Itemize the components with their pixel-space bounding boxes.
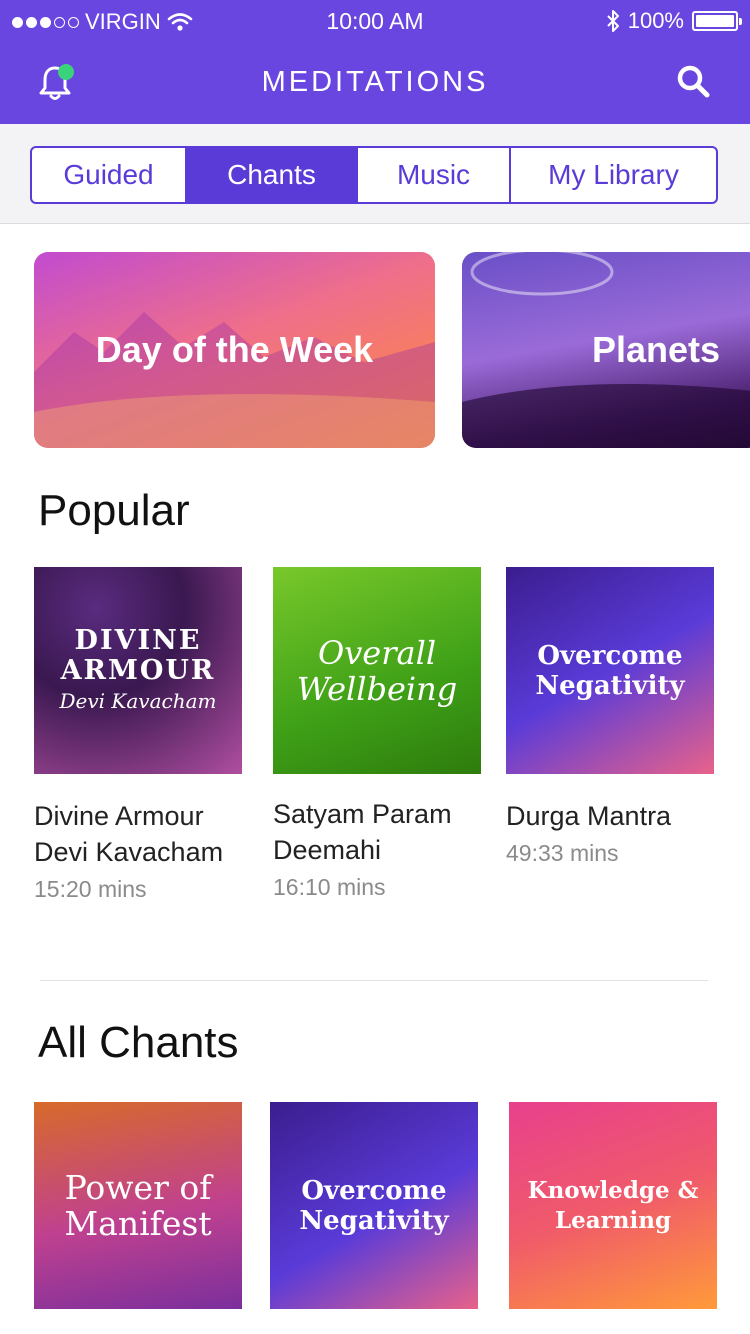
banner-planets[interactable]: Planets: [462, 252, 750, 448]
card-artwork: Overcome Negativity: [270, 1102, 478, 1309]
chant-card[interactable]: Power of Manifest: [34, 1102, 244, 1309]
section-divider: [40, 980, 708, 981]
artwork-line: Power of: [64, 1167, 212, 1207]
card-artwork: DIVINE ARMOUR Devi Kavacham: [34, 567, 242, 774]
chant-card[interactable]: Knowledge & Learning: [509, 1102, 719, 1309]
artwork-line: Overcome: [301, 1175, 447, 1206]
artwork-text: Overcome Negativity: [535, 641, 684, 701]
card-title-line: Deemahi: [273, 835, 382, 865]
banner-label: Day of the Week: [95, 329, 374, 370]
artwork-line: Overall: [317, 633, 437, 672]
tabs-container: Guided Chants Music My Library: [0, 124, 750, 224]
artwork-line: Knowledge &: [527, 1176, 699, 1204]
card-artwork: Overcome Negativity: [506, 567, 714, 774]
card-duration: 49:33 mins: [506, 840, 619, 866]
battery-icon: [692, 11, 742, 31]
banner-label: Planets: [592, 329, 721, 370]
chant-card[interactable]: Overall Wellbeing Satyam Param Deemahi 1…: [273, 567, 483, 901]
artwork-line: ARMOUR: [60, 654, 216, 686]
artwork-text: Knowledge & Learning: [528, 1176, 699, 1236]
artwork-line: DIVINE: [74, 624, 202, 656]
search-icon[interactable]: [674, 62, 714, 102]
chant-card[interactable]: DIVINE ARMOUR Devi Kavacham Divine Armou…: [34, 567, 244, 903]
card-artwork: Knowledge & Learning: [509, 1102, 717, 1309]
card-artwork: Overall Wellbeing: [273, 567, 481, 774]
artwork-line: Learning: [554, 1206, 672, 1234]
card-artwork: Power of Manifest: [34, 1102, 242, 1309]
card-title-line: Satyam Param: [273, 799, 452, 829]
page-title: MEDITATIONS: [261, 66, 489, 98]
tab-guided[interactable]: Guided: [32, 148, 187, 202]
tab-music[interactable]: Music: [358, 148, 511, 202]
chant-card[interactable]: Overcome Negativity: [270, 1102, 480, 1309]
card-title-line: Devi Kavacham: [34, 837, 224, 867]
section-title-all-chants: All Chants: [38, 1018, 239, 1067]
artwork-line: Negativity: [299, 1205, 449, 1236]
chant-card[interactable]: Overcome Negativity Durga Mantra 49:33 m…: [506, 567, 716, 867]
artwork-line: Overcome: [537, 640, 683, 671]
battery-percent: 100%: [627, 8, 684, 33]
artwork-text: Overcome Negativity: [299, 1176, 448, 1236]
segmented-control: Guided Chants Music My Library: [30, 146, 718, 204]
card-title: Durga Mantra: [506, 798, 716, 834]
status-right-group: 100%: [606, 8, 742, 34]
card-title: Divine Armour Devi Kavacham: [34, 798, 244, 870]
card-title: Satyam Param Deemahi: [273, 796, 483, 868]
artwork-line: Negativity: [535, 670, 685, 701]
banner-day-of-the-week[interactable]: Day of the Week: [34, 252, 435, 448]
card-duration: 15:20 mins: [34, 876, 147, 902]
section-title-popular: Popular: [38, 486, 190, 535]
artwork-text: DIVINE ARMOUR Devi Kavacham: [59, 624, 217, 716]
artwork-text: Power of Manifest: [64, 1167, 212, 1243]
artwork-text: Overall Wellbeing: [297, 635, 457, 707]
artwork-line: Manifest: [64, 1203, 212, 1243]
bluetooth-icon: [607, 10, 619, 32]
card-duration: 16:10 mins: [273, 874, 386, 900]
artwork-line: Devi Kavacham: [59, 688, 217, 713]
card-title-line: Divine Armour: [34, 801, 204, 831]
tab-my-library[interactable]: My Library: [511, 148, 716, 202]
card-title-line: Durga Mantra: [506, 801, 672, 831]
app-header: VIRGIN 10:00 AM 100% MEDITATIONS: [0, 0, 750, 124]
status-bar: VIRGIN 10:00 AM 100%: [0, 0, 750, 40]
artwork-line: Wellbeing: [296, 669, 458, 708]
tab-chants[interactable]: Chants: [187, 148, 358, 202]
